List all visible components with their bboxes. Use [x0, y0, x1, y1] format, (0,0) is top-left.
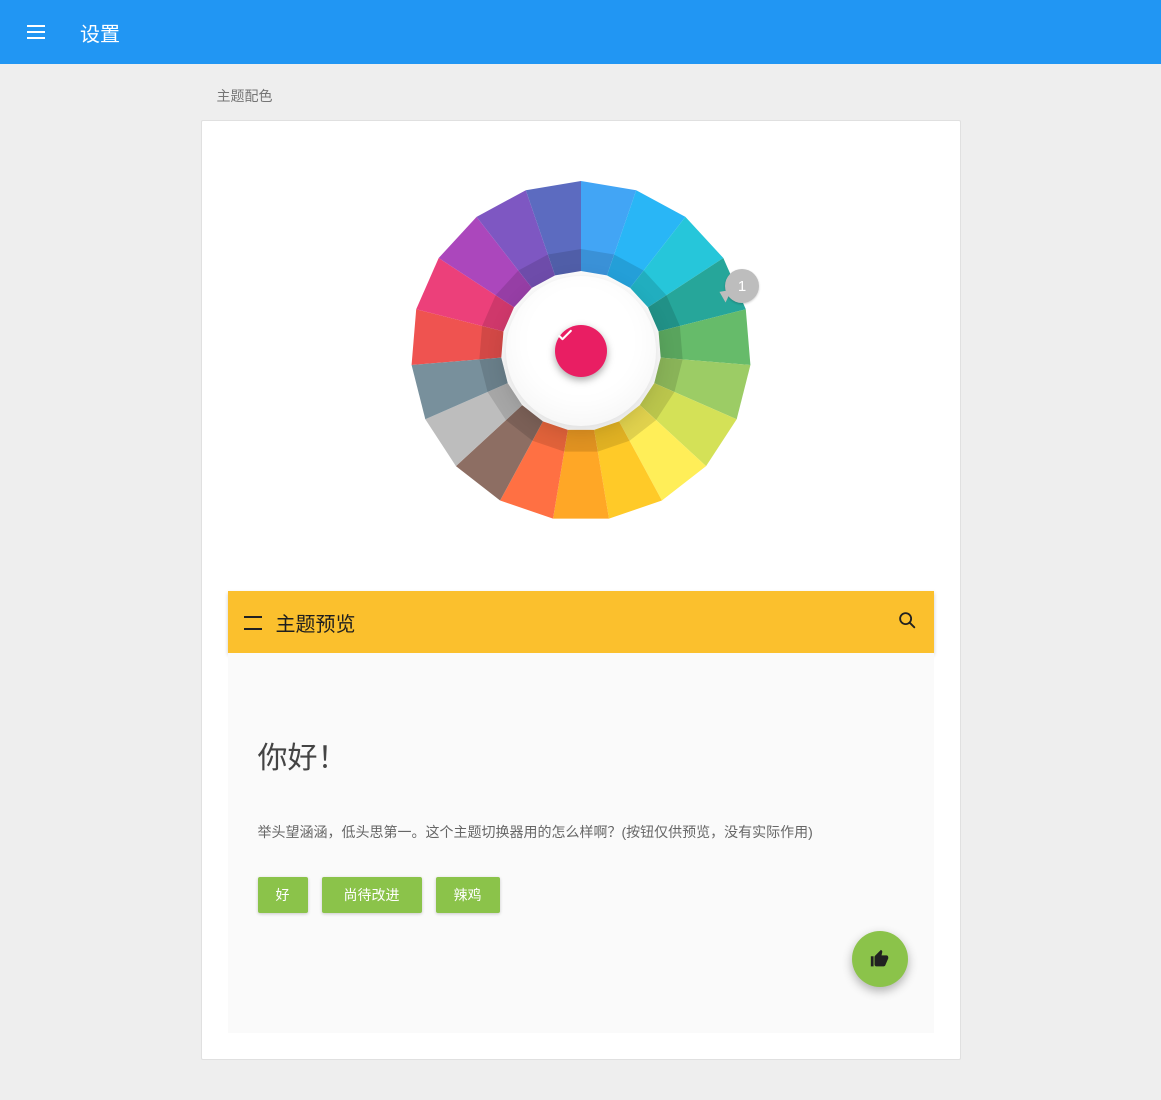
app-header: 设置: [0, 0, 1161, 64]
preview-button-bad[interactable]: 辣鸡: [436, 877, 500, 913]
thumb-up-icon: [869, 948, 891, 970]
preview-header: 主题预览: [228, 591, 934, 653]
menu-icon: [27, 31, 45, 33]
menu-button[interactable]: [16, 12, 56, 52]
preview-header-title: 主题预览: [276, 608, 356, 637]
theme-card: 1 主题预览 你好！ 举头望涵涵，低头思第一。这个主题切换器用的怎么样啊？(按钮…: [201, 120, 961, 1060]
preview-button-row: 好 尚待改进 辣鸡: [258, 877, 904, 913]
preview-button-improve[interactable]: 尚待改进: [322, 877, 422, 913]
wheel-accent-dot[interactable]: [555, 325, 607, 377]
section-label: 主题配色: [201, 64, 961, 120]
wheel-badge: 1: [725, 269, 759, 303]
page-title: 设置: [80, 18, 120, 47]
preview-search-button[interactable]: [896, 609, 918, 636]
preview-button-good[interactable]: 好: [258, 877, 308, 913]
color-wheel[interactable]: 1: [411, 181, 751, 521]
search-icon: [896, 609, 918, 631]
preview-desc: 举头望涵涵，低头思第一。这个主题切换器用的怎么样啊？(按钮仅供预览，没有实际作用…: [258, 821, 904, 843]
preview-hello: 你好！: [258, 733, 904, 777]
preview-fab[interactable]: [852, 931, 908, 987]
check-icon: [555, 325, 575, 345]
preview-body: 你好！ 举头望涵涵，低头思第一。这个主题切换器用的怎么样啊？(按钮仅供预览，没有…: [228, 653, 934, 1033]
